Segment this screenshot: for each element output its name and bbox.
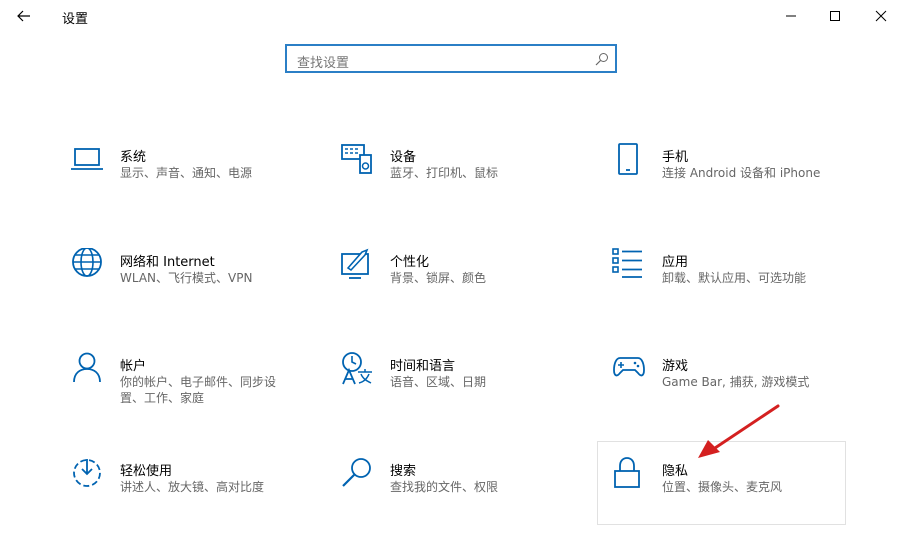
close-icon xyxy=(875,10,887,22)
person-icon xyxy=(73,352,101,383)
close-button[interactable] xyxy=(858,0,904,32)
tile-network-name: 网络和 Internet xyxy=(120,255,215,270)
ease-of-access-icon xyxy=(73,459,101,487)
tile-devices-desc: 蓝牙、打印机、鼠标 xyxy=(390,166,499,180)
search-icon xyxy=(595,53,608,66)
time-language-icon xyxy=(342,352,372,385)
title-bar: 设置 xyxy=(0,0,904,32)
devices-icon xyxy=(341,144,372,174)
back-button[interactable] xyxy=(10,2,38,30)
paint-icon xyxy=(341,248,369,279)
tile-devices[interactable]: 设备 蓝牙、打印机、鼠标 xyxy=(340,143,590,203)
tile-devices-name: 设备 xyxy=(390,150,417,165)
minimize-icon xyxy=(786,15,796,17)
search-input[interactable]: 查找设置 xyxy=(297,52,349,71)
tile-apps-desc: 卸载、默认应用、可选功能 xyxy=(662,271,807,285)
tile-search-name: 搜索 xyxy=(390,464,417,479)
tile-time-language[interactable]: 时间和语言 语音、区域、日期 xyxy=(340,352,590,412)
tile-gaming-desc: Game Bar, 捕获, 游戏模式 xyxy=(662,375,810,389)
tile-accounts-name: 帐户 xyxy=(120,359,147,374)
globe-icon xyxy=(72,248,102,277)
tile-privacy-desc: 位置、摄像头、麦克风 xyxy=(662,480,783,494)
tile-personalization-name: 个性化 xyxy=(390,255,430,270)
search-settings-box[interactable]: 查找设置 xyxy=(285,44,617,73)
tile-system-name: 系统 xyxy=(120,150,147,165)
lock-icon xyxy=(614,457,640,488)
tile-system-desc: 显示、声音、通知、电源 xyxy=(120,166,253,180)
minimize-button[interactable] xyxy=(768,0,814,32)
back-arrow-icon xyxy=(17,10,30,22)
maximize-icon xyxy=(830,11,840,21)
tile-system[interactable]: 系统 显示、声音、通知、电源 xyxy=(70,143,320,203)
apps-list-icon xyxy=(612,248,642,278)
tile-phone[interactable]: 手机 连接 Android 设备和 iPhone xyxy=(612,143,862,203)
tile-accounts-desc: 你的帐户、电子邮件、同步设置、工作、家庭 xyxy=(120,375,277,405)
tile-ease-of-access[interactable]: 轻松使用 讲述人、放大镜、高对比度 xyxy=(70,457,320,517)
maximize-button[interactable] xyxy=(812,0,858,32)
tile-personalization[interactable]: 个性化 背景、锁屏、颜色 xyxy=(340,248,590,308)
annotation-arrow-icon xyxy=(698,404,780,458)
tile-privacy-name: 隐私 xyxy=(662,464,689,479)
tile-ease-of-access-desc: 讲述人、放大镜、高对比度 xyxy=(120,480,265,494)
window-title: 设置 xyxy=(62,12,89,27)
tile-phone-name: 手机 xyxy=(662,150,689,165)
phone-icon xyxy=(618,143,638,175)
tile-personalization-desc: 背景、锁屏、颜色 xyxy=(390,271,487,285)
tile-accounts[interactable]: 帐户 你的帐户、电子邮件、同步设置、工作、家庭 xyxy=(70,352,320,412)
tile-search[interactable]: 搜索 查找我的文件、权限 xyxy=(340,457,590,517)
gamepad-icon xyxy=(613,357,645,377)
laptop-icon xyxy=(71,148,103,170)
search-magnifier-icon xyxy=(342,458,371,487)
tile-search-desc: 查找我的文件、权限 xyxy=(390,480,499,494)
tile-gaming-name: 游戏 xyxy=(662,359,689,374)
tile-network[interactable]: 网络和 Internet WLAN、飞行模式、VPN xyxy=(70,248,320,308)
tile-apps[interactable]: 应用 卸载、默认应用、可选功能 xyxy=(612,248,862,308)
tile-network-desc: WLAN、飞行模式、VPN xyxy=(120,271,253,285)
tile-phone-desc: 连接 Android 设备和 iPhone xyxy=(662,166,821,180)
tile-apps-name: 应用 xyxy=(662,255,689,270)
tile-time-language-name: 时间和语言 xyxy=(390,359,456,374)
tile-ease-of-access-name: 轻松使用 xyxy=(120,464,173,479)
tile-privacy[interactable]: 隐私 位置、摄像头、麦克风 xyxy=(612,457,862,517)
tile-time-language-desc: 语音、区域、日期 xyxy=(390,375,487,389)
